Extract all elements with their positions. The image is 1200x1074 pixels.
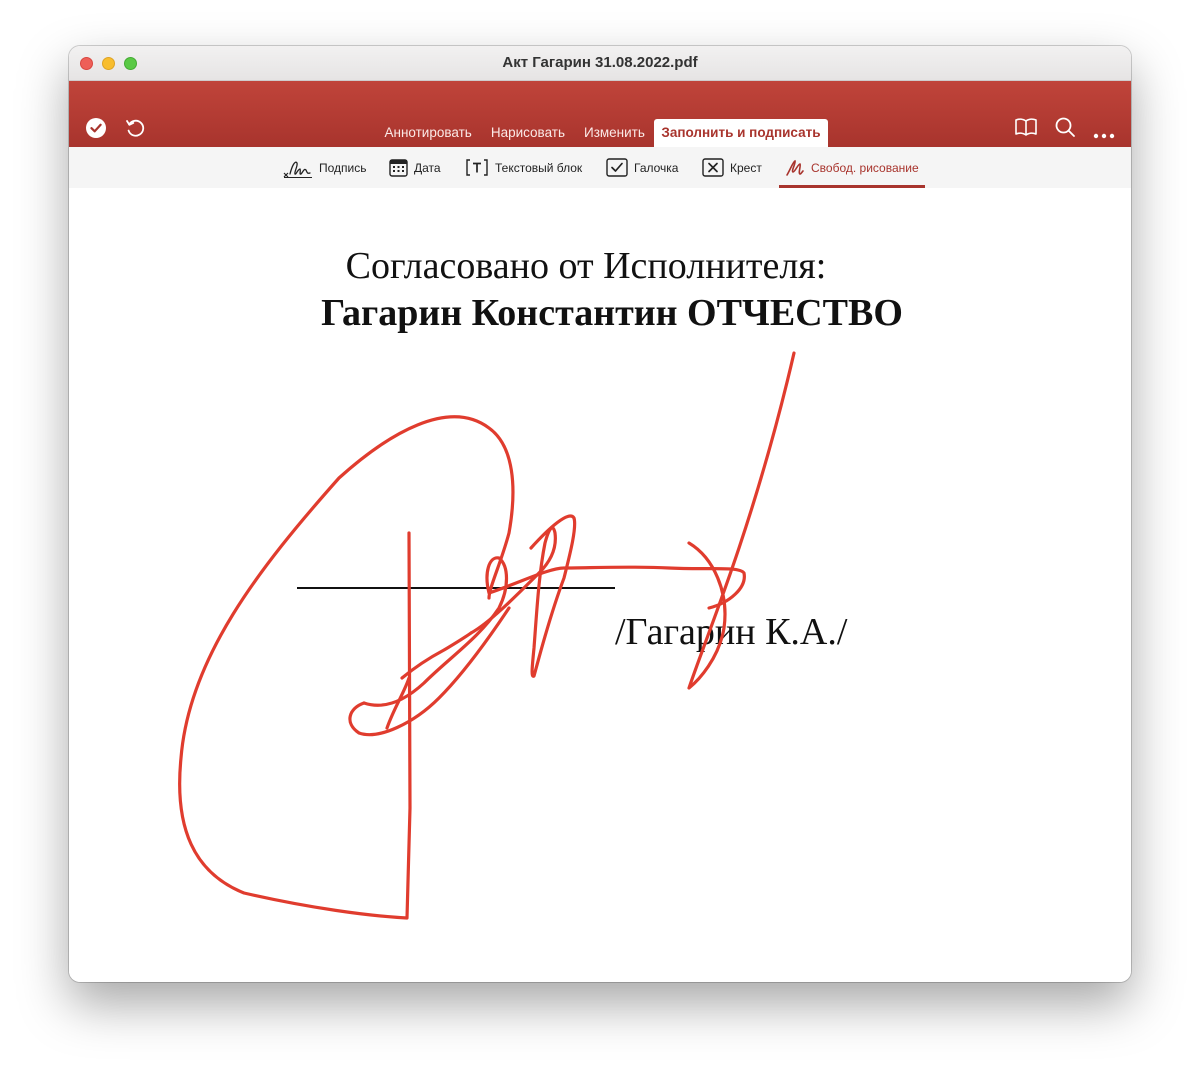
more-icon[interactable] (1093, 124, 1115, 143)
title-bar: Акт Гагарин 31.08.2022.pdf (69, 46, 1131, 81)
book-icon[interactable] (1014, 117, 1038, 141)
cross-box-icon (702, 158, 724, 177)
document-heading: Согласовано от Исполнителя: (345, 245, 827, 287)
fill-sign-toolbar: Подпись Дата Текстовый блок Галочка Крес… (69, 147, 1131, 189)
signature-icon (283, 161, 312, 178)
tool-checkmark-label: Галочка (634, 160, 679, 175)
window-title: Акт Гагарин 31.08.2022.pdf (502, 54, 698, 71)
pdf-page[interactable]: Согласовано от Исполнителя: Гагарин Конс… (69, 188, 1131, 982)
ribbon-tabs: Аннотировать Нарисовать Изменить Заполни… (375, 116, 828, 147)
tool-text-box-label: Текстовый блок (495, 160, 583, 175)
calendar-icon (389, 159, 408, 177)
text-box-icon (466, 159, 488, 176)
tab-fill-and-sign[interactable]: Заполнить и подписать (654, 119, 828, 147)
app-window: Акт Гагарин 31.08.2022.pdf Аннотировать … (69, 46, 1131, 982)
document-contractor-name: Гагарин Константин ОТЧЕСТВО (321, 292, 903, 334)
tab-draw[interactable]: Нарисовать (481, 119, 574, 147)
signature-printed-name: /Гагарин К.А./ (615, 611, 848, 653)
tab-annotate[interactable]: Аннотировать (375, 119, 481, 147)
undo-icon[interactable] (124, 116, 146, 142)
tool-text-box[interactable]: Текстовый блок (465, 147, 582, 188)
signature-line (297, 587, 615, 589)
tool-cross[interactable]: Крест (702, 147, 762, 188)
tool-checkmark[interactable]: Галочка (606, 147, 678, 188)
tool-cross-label: Крест (730, 160, 762, 175)
checkmark-box-icon (606, 158, 628, 177)
tool-signature[interactable]: Подпись (283, 147, 367, 188)
tool-date-label: Дата (414, 160, 441, 175)
tool-date[interactable]: Дата (389, 147, 441, 188)
tool-freehand-label: Свобод. рисование (811, 160, 919, 175)
ribbon: Аннотировать Нарисовать Изменить Заполни… (69, 81, 1131, 147)
tab-edit[interactable]: Изменить (575, 119, 655, 147)
tool-freehand[interactable]: Свобод. рисование (785, 147, 919, 188)
freehand-icon (786, 159, 804, 176)
done-checkmark-icon[interactable] (85, 117, 107, 143)
search-icon[interactable] (1054, 116, 1076, 142)
tool-signature-label: Подпись (319, 160, 367, 175)
